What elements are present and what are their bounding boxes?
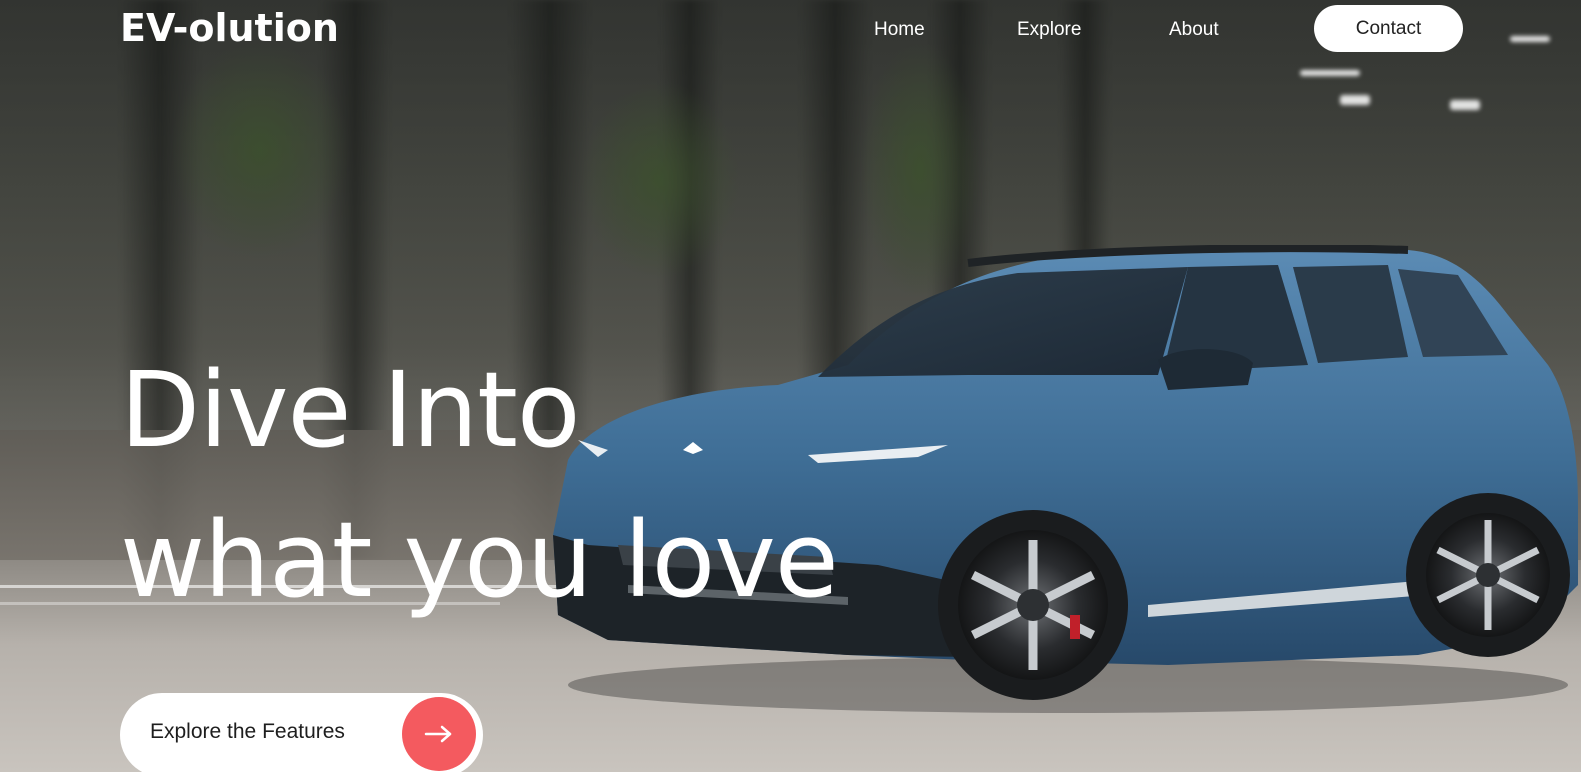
headline-line-1: Dive Into	[120, 349, 581, 471]
arrow-right-icon[interactable]	[402, 697, 476, 771]
hero-section: EV-olution Home Explore About Contact Di…	[0, 0, 1581, 772]
explore-features-button[interactable]: Explore the Features	[120, 693, 483, 772]
nav-link-about[interactable]: About	[1169, 19, 1219, 41]
cta-label: Explore the Features	[150, 720, 345, 743]
nav-link-home[interactable]: Home	[874, 19, 925, 41]
contact-button[interactable]: Contact	[1314, 5, 1463, 52]
headline-line-2: what you love	[120, 499, 839, 621]
nav-link-explore[interactable]: Explore	[1017, 19, 1081, 41]
main-nav: Home Explore About Contact	[0, 5, 1581, 53]
hero-headline: Dive Into what you love	[120, 335, 839, 635]
